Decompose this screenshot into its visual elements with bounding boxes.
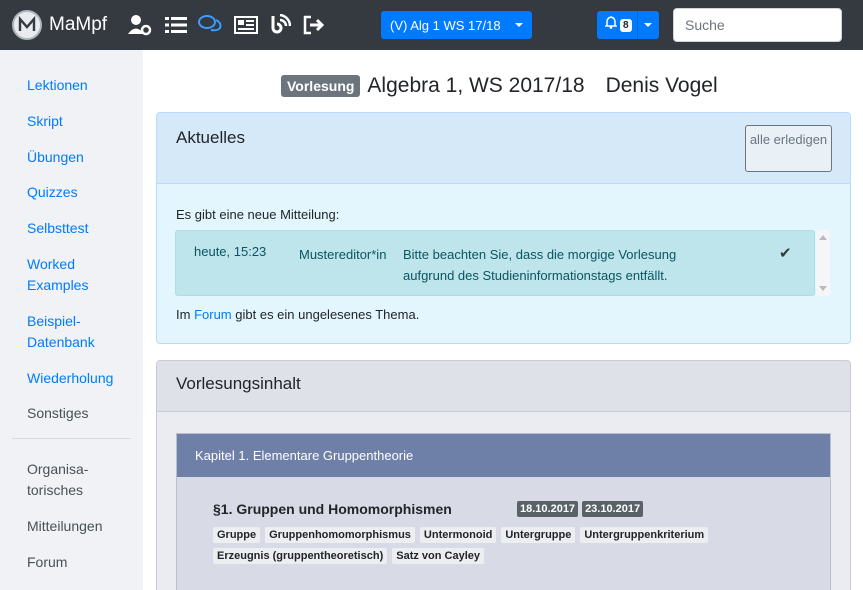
forum-notice: Im Forum gibt es ein ungelesenes Thema.: [176, 307, 419, 322]
sidebar-item-worked-examples[interactable]: Worked Examples: [0, 239, 110, 296]
sidebar-item-organisatorisches[interactable]: Organisa-torisches: [0, 453, 100, 501]
chapter-card: Kapitel 1. Elementare Gruppentheorie §1.…: [176, 433, 831, 590]
list-icon[interactable]: [164, 13, 188, 37]
announcement-author: Mustereditor*in: [299, 247, 387, 262]
search-input[interactable]: [673, 8, 842, 42]
sidebar-item-beispiel-datenbank[interactable]: Beispiel-Datenbank: [0, 296, 105, 353]
date-badge[interactable]: 23.10.2017: [582, 501, 644, 517]
tag[interactable]: Satz von Cayley: [392, 548, 485, 564]
mampf-logo-icon: [12, 10, 42, 40]
lecture-author: Denis Vogel: [605, 74, 718, 97]
tag-list: Gruppe Gruppenhomomorphismus Untermonoid…: [213, 527, 753, 569]
chevron-down-icon[interactable]: [644, 23, 652, 27]
lecture-title: Algebra 1, WS 2017/18: [367, 74, 585, 97]
scroll-up-icon[interactable]: [819, 235, 827, 240]
tag[interactable]: Erzeugnis (gruppentheoretisch): [213, 548, 388, 564]
news-intro: Es gibt eine neue Mitteilung:: [176, 207, 340, 222]
bell-icon: [604, 16, 618, 34]
sidebar-item-sonstiges[interactable]: Sonstiges: [0, 389, 143, 424]
forum-notice-prefix: Im: [176, 307, 191, 322]
sidebar-item-mitteilungen[interactable]: Mitteilungen: [0, 501, 143, 537]
sidebar-item-skript[interactable]: Skript: [0, 96, 143, 132]
date-badge[interactable]: 18.10.2017: [517, 501, 579, 517]
lecture-type-badge: Vorlesung: [281, 75, 361, 97]
blog-icon[interactable]: [268, 13, 292, 37]
mark-all-done-button[interactable]: alle erledigen: [745, 125, 832, 172]
tag[interactable]: Untergruppenkriterium: [580, 527, 709, 543]
announcement-scrollbar[interactable]: [816, 230, 830, 296]
sidebar-item-selbsttest[interactable]: Selbsttest: [0, 203, 143, 239]
sidebar-item-forum[interactable]: Forum: [0, 537, 143, 573]
news-card-header: Aktuelles alle erledigen: [157, 113, 850, 184]
lecture-content-header: Vorlesungsinhalt: [157, 361, 850, 412]
lecture-content-title: Vorlesungsinhalt: [176, 374, 301, 393]
news-card-title: Aktuelles: [176, 128, 245, 147]
brand-name: MaMpf: [49, 14, 108, 35]
tag[interactable]: Gruppenhomomorphismus: [265, 527, 415, 543]
section-title[interactable]: §1. Gruppen und Homomorphismen: [213, 501, 452, 517]
chapter-title[interactable]: Kapitel 1. Elementare Gruppentheorie: [177, 434, 830, 477]
news-card: Aktuelles alle erledigen Es gibt eine ne…: [156, 112, 851, 344]
notifications-button[interactable]: 8: [597, 11, 659, 39]
announcement-date: heute, 15:23: [194, 244, 267, 259]
sidebar: Lektionen Skript Übungen Quizzes Selbstt…: [0, 50, 143, 590]
sidebar-divider: [12, 438, 131, 439]
announcement-message: Bitte beachten Sie, dass die morgige Vor…: [403, 247, 677, 283]
announcement-item: heute, 15:23 Mustereditor*in Bitte beach…: [175, 230, 815, 296]
sidebar-item-wiederholung[interactable]: Wiederholung: [0, 353, 143, 389]
chevron-down-icon: [515, 23, 523, 27]
logout-icon[interactable]: [302, 13, 326, 37]
notification-count-badge: 8: [620, 18, 632, 32]
sidebar-item-lektionen[interactable]: Lektionen: [0, 64, 143, 96]
page-title: Vorlesung Algebra 1, WS 2017/18 Denis Vo…: [281, 74, 718, 98]
course-dropdown[interactable]: (V) Alg 1 WS 17/18: [381, 11, 532, 39]
news-icon[interactable]: [234, 13, 258, 37]
scroll-down-icon[interactable]: [819, 286, 827, 291]
tag[interactable]: Untermonoid: [419, 527, 497, 543]
tag[interactable]: Untergruppe: [501, 527, 576, 543]
course-dropdown-label: (V) Alg 1 WS 17/18: [390, 17, 501, 33]
lecture-content-card: Vorlesungsinhalt Kapitel 1. Elementare G…: [156, 360, 851, 590]
section-dates: 18.10.2017 23.10.2017: [517, 501, 647, 517]
forum-link[interactable]: Forum: [194, 307, 232, 322]
top-navbar: MaMpf (V) Alg 1 WS 17/18 8: [0, 0, 863, 50]
check-icon[interactable]: ✔: [779, 244, 792, 262]
main-content: Vorlesung Algebra 1, WS 2017/18 Denis Vo…: [143, 50, 863, 590]
tag[interactable]: Gruppe: [213, 527, 261, 543]
comments-icon[interactable]: [198, 13, 222, 37]
sidebar-item-quizzes[interactable]: Quizzes: [0, 168, 143, 203]
sidebar-item-uebungen[interactable]: Übungen: [0, 132, 143, 168]
user-settings-icon[interactable]: [128, 13, 152, 37]
forum-notice-suffix: gibt es ein ungelesenes Thema.: [235, 307, 420, 322]
brand[interactable]: MaMpf: [12, 10, 107, 40]
split-divider: [637, 11, 638, 39]
